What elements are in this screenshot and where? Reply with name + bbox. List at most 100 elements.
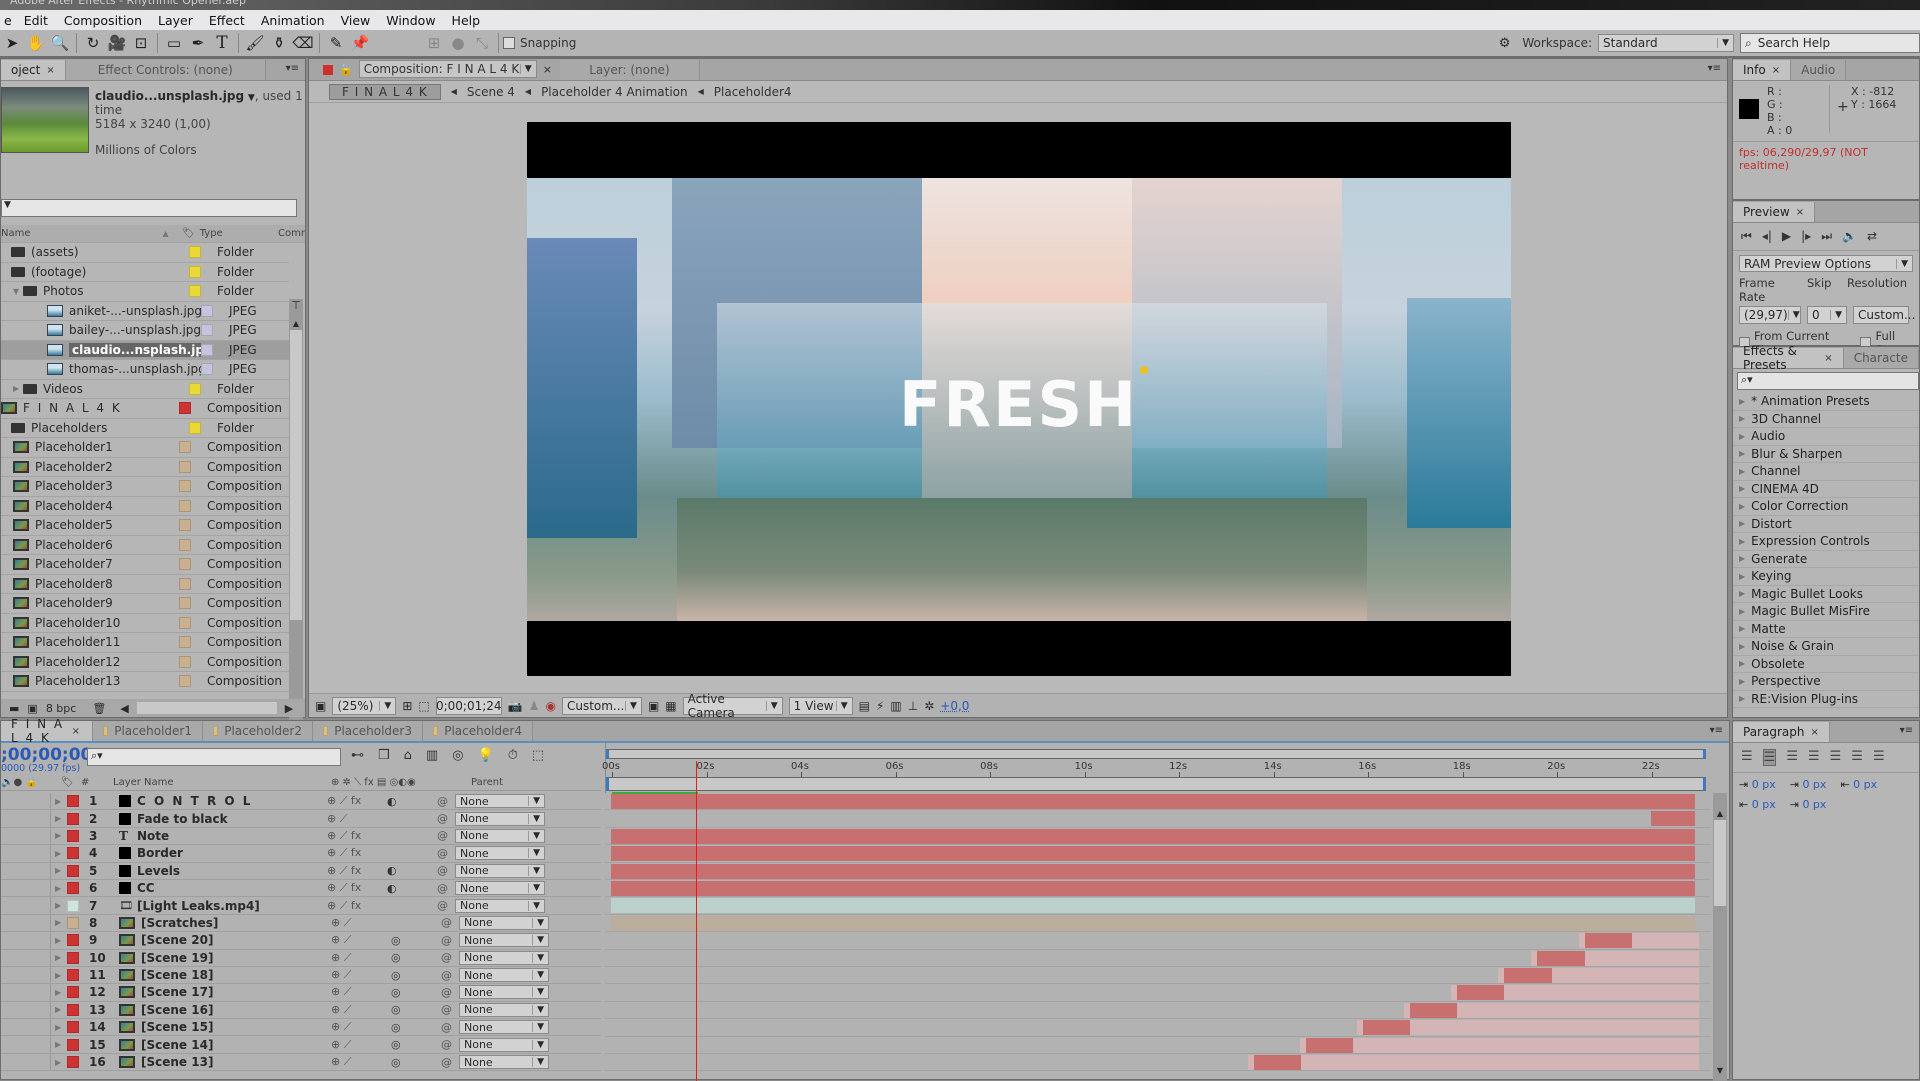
column-name[interactable]: Name	[1, 228, 163, 239]
parent-dropdown[interactable]: None▼	[459, 951, 549, 965]
layer-row[interactable]: ▶12[Scene 17]⊕ ⟋ ◎@None▼	[1, 984, 601, 1001]
sort-up-icon[interactable]: ▲	[163, 229, 183, 238]
layer-row[interactable]: ▶3TNote⊕ ⟋ fx@None▼	[1, 828, 601, 845]
tab-timeline-placeholder2[interactable]: Placeholder2	[203, 721, 313, 741]
layer-active-bar[interactable]	[1363, 1020, 1410, 1035]
av-switches[interactable]	[1, 1002, 51, 1018]
layer-switches[interactable]: ⊕ ⟋ fx	[327, 794, 387, 808]
rectangle-tool-icon[interactable]: ▭	[162, 32, 186, 54]
pickwhip-icon[interactable]: @	[437, 882, 455, 895]
layer-adjust-switch[interactable]: ◎	[391, 934, 441, 947]
parent-dropdown[interactable]: None▼	[459, 1055, 549, 1069]
tab-timeline-final4k[interactable]: F I N A L 4 K×	[1, 721, 93, 741]
time-navigator[interactable]	[606, 777, 1706, 791]
av-switches[interactable]	[1, 897, 51, 913]
lock-icon[interactable]: 🔓	[339, 63, 353, 76]
layer-name[interactable]: [Light Leaks.mp4]	[137, 899, 327, 913]
layer-row[interactable]: ▶8[Scratches]⊕ ⟋ @None▼	[1, 915, 601, 932]
label-color-swatch[interactable]	[179, 519, 191, 531]
label-color-swatch[interactable]	[179, 500, 191, 512]
panel-menu-icon[interactable]: ▾≡	[1900, 725, 1913, 736]
pickwhip-icon[interactable]: @	[441, 916, 459, 929]
layer-name[interactable]: [Scene 20]	[141, 933, 331, 947]
workspace-dropdown[interactable]: Standard▼	[1598, 34, 1734, 52]
layer-row[interactable]: ▶15[Scene 14]⊕ ⟋ ◎@None▼	[1, 1036, 601, 1053]
indent-left-field[interactable]: ⇥ 0 px	[1739, 778, 1776, 791]
next-frame-icon[interactable]: |▸	[1801, 229, 1811, 244]
horizontal-scrollbar[interactable]	[137, 702, 277, 714]
pixel-aspect-icon[interactable]: ▤	[859, 699, 870, 713]
exposure-value[interactable]: +0,0	[940, 699, 969, 713]
layer-row[interactable]: ▶7🎞[Light Leaks.mp4]⊕ ⟋ fx@None▼	[1, 897, 601, 914]
expand-layer-icon[interactable]: ▶	[55, 1005, 67, 1014]
effects-category[interactable]: ▶Audio	[1733, 428, 1919, 446]
bit-depth-button[interactable]: 8 bpc	[46, 702, 77, 715]
parent-dropdown[interactable]: None▼	[455, 864, 545, 878]
layer-switches[interactable]: ⊕ ⟋	[327, 812, 387, 826]
label-color-swatch[interactable]	[189, 383, 201, 395]
layer-switches[interactable]: ⊕ ⟋	[331, 1038, 391, 1052]
layer-switches[interactable]: ⊕ ⟋ fx	[327, 899, 387, 913]
project-item[interactable]: claudio...nsplash.jpgJPEG	[1, 341, 289, 361]
selection-tool-icon[interactable]: ➤	[0, 32, 24, 54]
first-frame-icon[interactable]: ⏮	[1741, 229, 1752, 244]
workspace-sync-icon[interactable]: ⚙	[1499, 36, 1511, 51]
project-item[interactable]: PlaceholdersFolder	[1, 419, 289, 439]
project-item[interactable]: Placeholder9Composition	[1, 594, 289, 614]
rotate-tool-icon[interactable]: ↻	[81, 32, 105, 54]
layer-duration-bar[interactable]	[1248, 1055, 1699, 1070]
audio-icon[interactable]: 🔈	[1842, 229, 1857, 244]
ram-preview-options-dropdown[interactable]: RAM Preview Options▼	[1739, 255, 1913, 272]
label-tag-icon[interactable]: 🏷	[182, 228, 200, 239]
layer-label-swatch[interactable]	[67, 813, 79, 825]
expand-layer-icon[interactable]: ▶	[55, 1023, 67, 1032]
resolution-dropdown[interactable]: Custom...▼	[562, 697, 642, 715]
layer-active-bar[interactable]	[1457, 985, 1504, 1000]
expand-toggle-icon[interactable]: ▶	[13, 384, 23, 393]
project-item[interactable]: Placeholder6Composition	[1, 536, 289, 556]
label-color-swatch[interactable]	[179, 461, 191, 473]
layer-switches[interactable]: ⊕ ⟋	[331, 951, 391, 965]
layer-name[interactable]: [Scene 15]	[141, 1020, 331, 1034]
layer-name[interactable]: [Scene 14]	[141, 1038, 331, 1052]
effects-category[interactable]: ▶Noise & Grain	[1733, 638, 1919, 656]
tab-character[interactable]: Characte	[1844, 348, 1919, 368]
pickwhip-icon[interactable]: @	[437, 812, 455, 825]
parent-dropdown[interactable]: None▼	[459, 933, 549, 947]
layer-name[interactable]: [Scene 18]	[141, 968, 331, 982]
layer-row[interactable]: ▶4Border⊕ ⟋ fx@None▼	[1, 845, 601, 862]
pickwhip-icon[interactable]: @	[441, 986, 459, 999]
project-item[interactable]: Placeholder14Composition	[1, 692, 289, 696]
pickwhip-icon[interactable]: @	[437, 847, 455, 860]
pickwhip-icon[interactable]: @	[441, 1056, 459, 1069]
label-color-swatch[interactable]	[179, 636, 191, 648]
layer-active-bar[interactable]	[1254, 1055, 1301, 1070]
layer-active-bar[interactable]	[1585, 933, 1632, 948]
pickwhip-icon[interactable]: @	[441, 934, 459, 947]
type-tool-icon[interactable]: T	[210, 32, 234, 54]
motion-blur-icon[interactable]: ◎	[452, 748, 463, 763]
show-snapshot-icon[interactable]: ♟	[529, 699, 540, 713]
layer-switches[interactable]: ⊕ ⟋	[331, 985, 391, 999]
menu-effect[interactable]: Effect	[201, 13, 253, 28]
parent-dropdown[interactable]: None▼	[455, 794, 545, 808]
layer-adjust-switch[interactable]: ◎	[391, 1056, 441, 1069]
effects-category[interactable]: ▶Distort	[1733, 516, 1919, 534]
effects-category[interactable]: ▶Blur & Sharpen	[1733, 446, 1919, 464]
auto-keyframe-icon[interactable]: ⏱	[508, 748, 518, 763]
hierarchy-icon[interactable]: ⊤	[289, 299, 303, 319]
layer-duration-bar[interactable]	[611, 794, 1695, 809]
layer-duration-bar[interactable]	[1300, 1038, 1699, 1053]
effects-category[interactable]: ▶Color Correction	[1733, 498, 1919, 516]
breadcrumb-item[interactable]: Placeholder 4 Animation	[541, 85, 688, 99]
project-item[interactable]: thomas-...unsplash.jpgJPEG	[1, 360, 289, 380]
project-item[interactable]: Placeholder1Composition	[1, 438, 289, 458]
layer-label-swatch[interactable]	[67, 795, 79, 807]
view-layout-dropdown[interactable]: 1 View▼	[789, 697, 853, 715]
effects-search-input[interactable]: ⌕▾	[1737, 372, 1919, 390]
label-color-swatch[interactable]	[179, 402, 191, 414]
channel-icon[interactable]: ◉	[545, 699, 555, 713]
indent-first-field[interactable]: ⇥ 0 px	[1790, 778, 1827, 791]
time-ruler[interactable]: 00s02s04s06s08s10s12s14s16s18s20s22s	[605, 743, 1711, 793]
layer-adjust-switch[interactable]: ◎	[391, 1003, 441, 1016]
